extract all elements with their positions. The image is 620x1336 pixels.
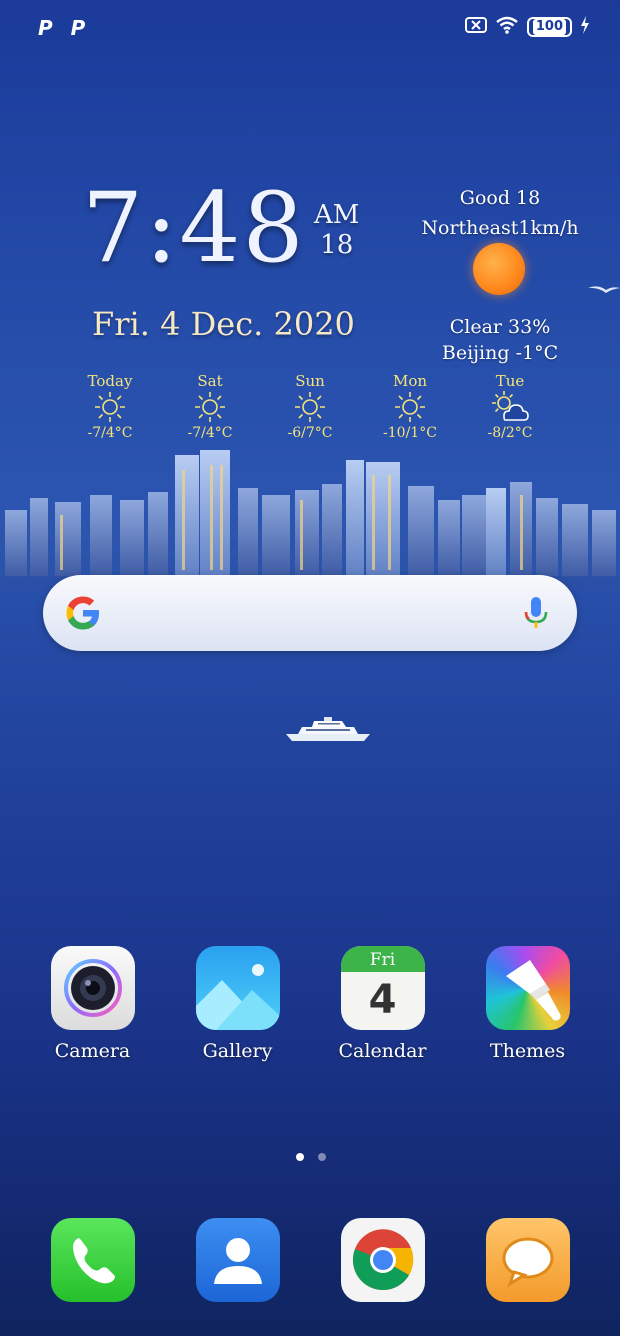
status-bar-left: P P <box>38 16 85 40</box>
charging-icon <box>580 16 590 38</box>
air-quality: Good 18 <box>459 187 541 209</box>
forecast-day: Sat -7/4°C <box>160 372 260 442</box>
dock-chrome[interactable] <box>310 1218 455 1302</box>
dock-phone[interactable] <box>20 1218 165 1302</box>
forecast-day-label: Today <box>87 372 133 390</box>
weather-summary[interactable]: Good 18 Northeast1km/h <box>420 183 580 243</box>
clock-date[interactable]: Fri. 4 Dec. 2020 <box>92 305 355 343</box>
wifi-icon <box>495 16 519 38</box>
app-label: Gallery <box>202 1040 273 1062</box>
notification-icon-p: P <box>70 16 86 40</box>
gallery-icon[interactable] <box>195 946 280 1030</box>
forecast-day-label: Tue <box>495 372 525 390</box>
calendar-day: Fri <box>340 946 425 972</box>
condition-text: Clear 33% <box>449 316 551 338</box>
weather-condition: Clear 33% Beijing -1°C <box>420 314 580 366</box>
sun-icon <box>360 390 460 424</box>
status-bar-right: 100 <box>464 16 590 38</box>
calendar-date: 4 <box>368 977 397 1023</box>
chrome-icon[interactable] <box>340 1218 425 1302</box>
home-app-grid: Camera Gallery Fri 4 Calendar Themes <box>20 946 600 1062</box>
app-calendar[interactable]: Fri 4 Calendar <box>310 946 455 1062</box>
sun-icon <box>160 390 260 424</box>
google-g-icon[interactable] <box>63 593 103 633</box>
google-search-bar[interactable] <box>43 575 577 651</box>
calendar-icon[interactable]: Fri 4 <box>340 946 425 1030</box>
seconds-label: 18 <box>320 230 354 260</box>
battery-level: 100 <box>532 19 566 35</box>
forecast-day-label: Mon <box>392 372 428 390</box>
themes-icon[interactable] <box>485 946 570 1030</box>
messages-icon[interactable] <box>485 1218 570 1302</box>
forecast-day: Sun -6/7°C <box>260 372 360 442</box>
forecast-day: Tue -8/2°C <box>460 372 560 442</box>
notification-icon-p: P <box>38 16 53 40</box>
location-temp: Beijing -1°C <box>441 342 559 364</box>
ampm-label: AM <box>314 200 360 230</box>
app-label: Camera <box>54 1040 131 1062</box>
sun-icon <box>260 390 360 424</box>
boat-image <box>286 717 370 741</box>
page-indicator <box>296 1153 326 1161</box>
dock-messages[interactable] <box>455 1218 600 1302</box>
partly-cloudy-icon <box>460 390 560 424</box>
sim-off-icon <box>464 17 487 37</box>
forecast-day: Mon -10/1°C <box>360 372 460 442</box>
microphone-icon[interactable] <box>523 595 549 631</box>
page-dot-active <box>296 1153 304 1161</box>
dock <box>20 1218 600 1302</box>
page-dot <box>318 1153 326 1161</box>
app-camera[interactable]: Camera <box>20 946 165 1062</box>
app-label: Themes <box>489 1040 566 1062</box>
sun-icon <box>60 390 160 424</box>
app-label: Calendar <box>338 1040 427 1062</box>
app-themes[interactable]: Themes <box>455 946 600 1062</box>
forecast-day: Today -7/4°C <box>60 372 160 442</box>
city-skyline-image <box>0 450 620 590</box>
phone-icon[interactable] <box>50 1218 135 1302</box>
clock-time[interactable]: 7:48 <box>82 172 306 284</box>
battery-indicator: 100 <box>526 17 572 37</box>
forecast-day-label: Sat <box>197 372 223 390</box>
wind-info: Northeast1km/h <box>421 217 579 239</box>
weather-forecast[interactable]: Today -7/4°C Sat -7/4°C Sun -6/7°C Mon -… <box>60 372 560 442</box>
app-gallery[interactable]: Gallery <box>165 946 310 1062</box>
dock-contacts[interactable] <box>165 1218 310 1302</box>
forecast-day-label: Sun <box>295 372 325 390</box>
sun-icon <box>473 243 525 295</box>
camera-icon[interactable] <box>50 946 135 1030</box>
contacts-icon[interactable] <box>195 1218 280 1302</box>
bird-icon <box>588 286 620 293</box>
clock-ampm: AM 18 <box>314 200 359 260</box>
